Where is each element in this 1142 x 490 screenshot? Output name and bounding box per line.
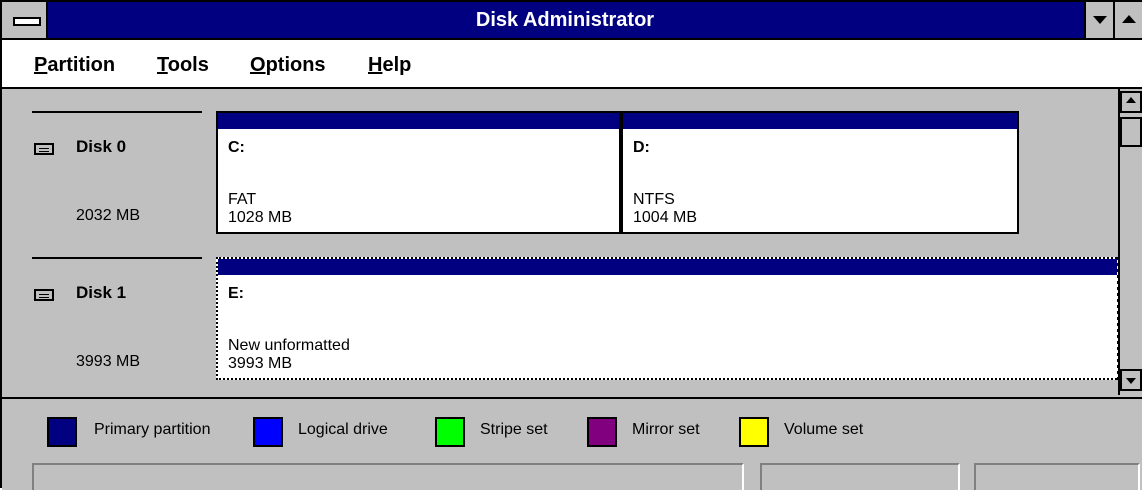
scroll-up-button[interactable] bbox=[1120, 91, 1142, 113]
system-menu-icon bbox=[13, 17, 41, 26]
disk-drive-icon bbox=[34, 289, 54, 301]
disk-1-name: Disk 1 bbox=[76, 283, 127, 302]
legend-swatch-mirror bbox=[587, 417, 617, 447]
window-title: Disk Administrator bbox=[475, 9, 655, 31]
maximize-arrow-icon bbox=[1122, 15, 1136, 23]
disk-0-separator bbox=[32, 111, 202, 113]
status-pane-right bbox=[974, 463, 1140, 490]
disk-administrator-window: Disk Administrator Partition Tools Optio… bbox=[0, 0, 1142, 490]
partition-letter: E: bbox=[228, 285, 244, 302]
status-bar bbox=[2, 457, 1142, 490]
scroll-thumb[interactable] bbox=[1120, 117, 1142, 147]
disk-drive-icon bbox=[34, 143, 54, 155]
title-bar: Disk Administrator bbox=[2, 2, 1142, 40]
partition-filesystem: FAT bbox=[228, 191, 257, 208]
legend-swatch-volume bbox=[739, 417, 769, 447]
scroll-down-arrow-icon bbox=[1126, 378, 1136, 384]
legend-label-stripe: Stripe set bbox=[480, 421, 548, 438]
disk-0-size: 2032 MB bbox=[76, 207, 141, 224]
menu-partition-mnemonic: P bbox=[34, 54, 48, 76]
partition-filesystem: New unformatted bbox=[228, 337, 350, 354]
menu-tools[interactable]: Tools bbox=[157, 54, 209, 77]
legend-label-primary: Primary partition bbox=[94, 421, 211, 438]
partition-type-bar bbox=[218, 259, 1117, 275]
vertical-scrollbar[interactable] bbox=[1118, 89, 1142, 395]
status-pane-main bbox=[32, 463, 744, 490]
partition-size: 3993 MB bbox=[228, 355, 293, 372]
partition-legend: Primary partition Logical drive Stripe s… bbox=[2, 397, 1142, 459]
legend-label-logical: Logical drive bbox=[298, 421, 388, 438]
partition-filesystem: NTFS bbox=[633, 191, 675, 208]
menu-help[interactable]: Help bbox=[368, 54, 411, 77]
partition-c[interactable]: C: FAT 1028 MB bbox=[216, 111, 621, 234]
menu-options[interactable]: Options bbox=[250, 54, 326, 77]
disk-view-area: Disk 0 2032 MB C: FAT 1028 MB D: NTFS 10… bbox=[2, 89, 1142, 395]
disk-0-name: Disk 0 bbox=[76, 137, 127, 156]
menu-partition[interactable]: Partition bbox=[34, 54, 115, 77]
scroll-up-arrow-icon bbox=[1126, 97, 1136, 103]
menu-bar: Partition Tools Options Help bbox=[2, 40, 1142, 89]
menu-help-label: elp bbox=[382, 54, 412, 76]
partition-type-bar bbox=[623, 113, 1017, 129]
partition-letter: C: bbox=[228, 139, 245, 156]
disk-1-separator bbox=[32, 257, 202, 259]
menu-partition-label: artition bbox=[47, 54, 116, 76]
menu-help-mnemonic: H bbox=[368, 54, 383, 76]
system-menu-button[interactable] bbox=[2, 2, 48, 38]
partition-e[interactable]: E: New unformatted 3993 MB bbox=[216, 257, 1120, 380]
minimize-arrow-icon bbox=[1093, 16, 1107, 24]
partition-d[interactable]: D: NTFS 1004 MB bbox=[621, 111, 1019, 234]
partition-size: 1004 MB bbox=[633, 209, 698, 226]
menu-tools-label: ools bbox=[167, 54, 209, 76]
legend-swatch-logical bbox=[253, 417, 283, 447]
minimize-button[interactable] bbox=[1084, 2, 1113, 38]
menu-options-label: ptions bbox=[265, 54, 326, 76]
status-pane-middle bbox=[760, 463, 960, 490]
partition-size: 1028 MB bbox=[228, 209, 293, 226]
legend-swatch-stripe bbox=[435, 417, 465, 447]
menu-tools-mnemonic: T bbox=[157, 54, 168, 76]
legend-label-volume: Volume set bbox=[784, 421, 864, 438]
maximize-button[interactable] bbox=[1113, 2, 1142, 38]
disk-1-size: 3993 MB bbox=[76, 353, 141, 370]
scroll-down-button[interactable] bbox=[1120, 369, 1142, 391]
partition-type-bar bbox=[218, 113, 619, 129]
legend-swatch-primary bbox=[47, 417, 77, 447]
legend-label-mirror: Mirror set bbox=[632, 421, 700, 438]
menu-options-mnemonic: O bbox=[250, 54, 266, 76]
partition-letter: D: bbox=[633, 139, 650, 156]
